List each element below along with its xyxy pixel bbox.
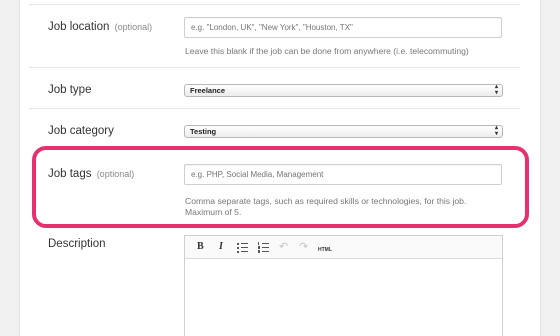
job-type-label: Job type xyxy=(48,84,92,96)
select-arrows-icon: ▴ ▾ xyxy=(494,125,498,137)
editor-toolbar: B I ↶ ↷ HTML xyxy=(185,236,502,259)
job-location-help: Leave this blank if the job can be done … xyxy=(185,46,469,56)
bold-button[interactable]: B xyxy=(197,241,204,253)
job-category-label: Job category xyxy=(48,125,114,137)
divider xyxy=(29,4,520,5)
job-location-optional: (optional) xyxy=(114,22,153,32)
description-editor[interactable]: B I ↶ ↷ HTML xyxy=(184,235,503,336)
italic-button[interactable]: I xyxy=(219,241,223,253)
select-arrows-icon: ▴ ▾ xyxy=(494,84,498,96)
divider xyxy=(29,67,520,68)
undo-icon[interactable]: ↶ xyxy=(279,241,288,253)
html-button[interactable]: HTML xyxy=(318,244,332,256)
description-label: Description xyxy=(48,238,106,250)
job-category-value: Testing xyxy=(190,127,217,136)
job-location-input[interactable] xyxy=(184,17,502,38)
redo-icon[interactable]: ↷ xyxy=(299,241,308,253)
job-location-label: Job location (optional) xyxy=(48,21,152,33)
divider xyxy=(29,108,520,109)
bullet-list-icon[interactable] xyxy=(237,242,248,253)
job-type-select[interactable]: Freelance ▴ ▾ xyxy=(184,84,503,97)
job-location-label-text: Job location xyxy=(48,21,110,33)
job-category-select[interactable]: Testing ▴ ▾ xyxy=(184,125,503,138)
numbered-list-icon[interactable] xyxy=(258,242,269,253)
job-tags-highlight xyxy=(32,146,529,228)
job-type-value: Freelance xyxy=(190,86,226,95)
